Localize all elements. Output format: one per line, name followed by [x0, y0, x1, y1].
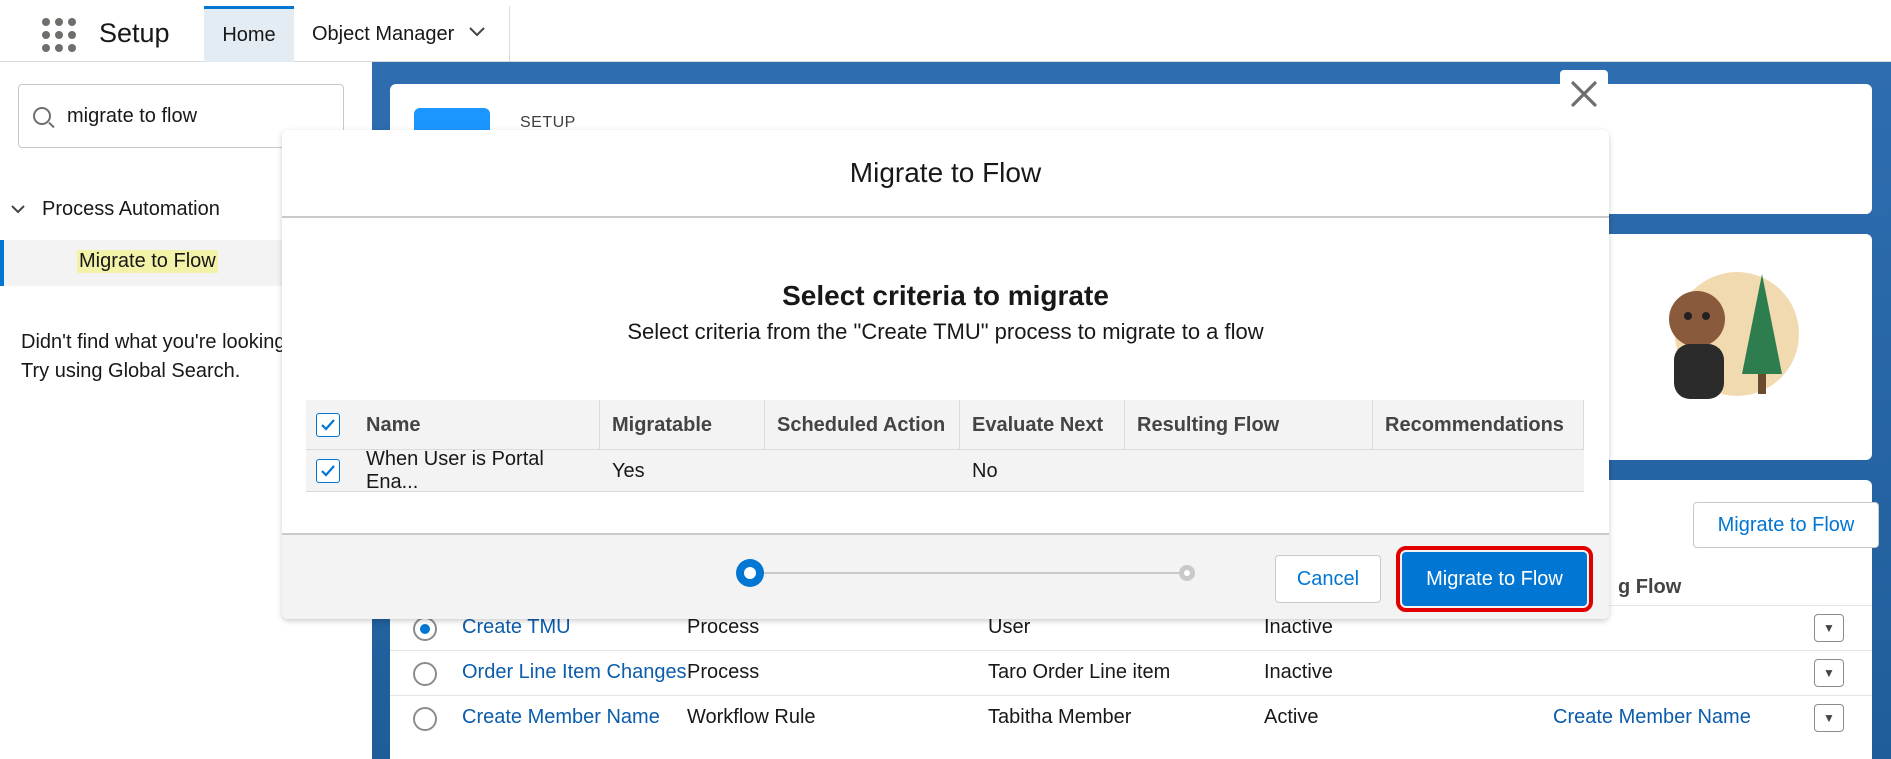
table-row[interactable]: When User is Portal Ena... Yes No — [306, 448, 1584, 493]
column-header-name[interactable]: Name — [354, 400, 600, 450]
row-resulting-flow — [1125, 450, 1373, 492]
migrate-to-flow-modal: Migrate to Flow Select criteria to migra… — [282, 130, 1609, 619]
progress-step-current[interactable] — [736, 559, 764, 587]
row-scheduled-action — [765, 450, 960, 492]
checkmark-icon — [321, 419, 335, 431]
column-header-migratable[interactable]: Migratable — [600, 400, 765, 450]
criteria-table-header: Name Migratable Scheduled Action Evaluat… — [306, 400, 1584, 450]
modal-title: Migrate to Flow — [282, 130, 1609, 218]
row-checkbox[interactable] — [316, 459, 340, 483]
modal-footer: Cancel Migrate to Flow — [282, 533, 1609, 619]
select-all-checkbox[interactable] — [316, 413, 340, 437]
column-header-scheduled-action[interactable]: Scheduled Action — [765, 400, 960, 450]
column-header-resulting-flow[interactable]: Resulting Flow — [1125, 400, 1373, 450]
progress-step-next[interactable] — [1179, 565, 1195, 581]
progress-indicator-track — [750, 572, 1190, 574]
row-migratable: Yes — [612, 459, 645, 482]
column-header-recommendations[interactable]: Recommendations — [1373, 400, 1584, 450]
close-icon[interactable] — [1560, 70, 1608, 118]
checkmark-icon — [321, 465, 335, 477]
modal-body-subtitle: Select criteria from the "Create TMU" pr… — [627, 319, 1264, 344]
row-evaluate-next: No — [972, 459, 998, 482]
modal-body-title: Select criteria to migrate — [782, 280, 1109, 311]
cancel-button[interactable]: Cancel — [1275, 555, 1381, 603]
migrate-to-flow-button[interactable]: Migrate to Flow — [1396, 546, 1593, 612]
column-header-evaluate-next[interactable]: Evaluate Next — [960, 400, 1125, 450]
row-criteria-name: When User is Portal Ena... — [366, 448, 544, 493]
row-recommendations — [1373, 450, 1584, 492]
